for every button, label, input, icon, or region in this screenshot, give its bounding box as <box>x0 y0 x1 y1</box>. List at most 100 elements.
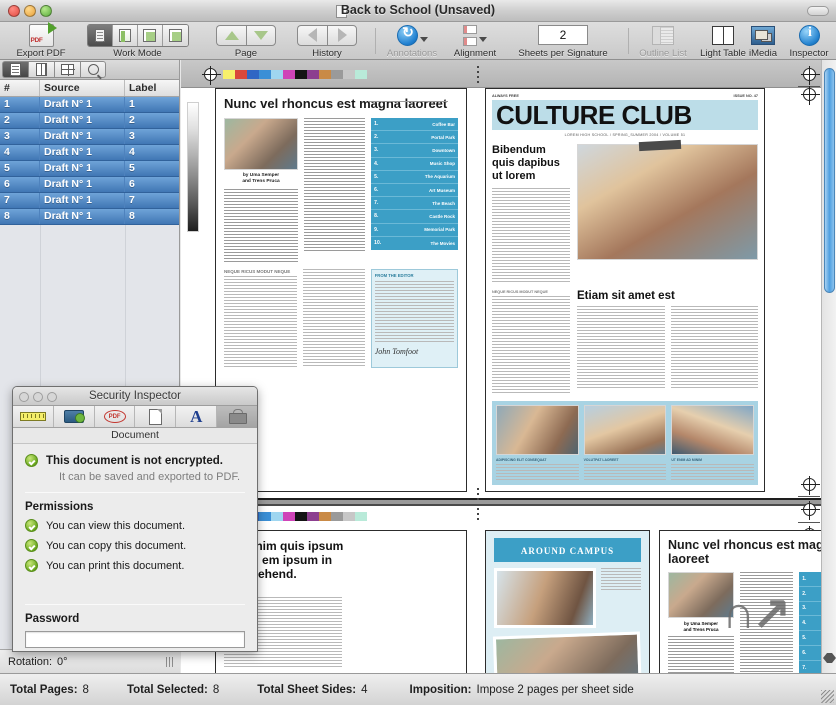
outline-list-icon <box>652 26 674 45</box>
work-mode-segments[interactable] <box>87 24 189 47</box>
toolbar-imedia[interactable]: iMedia <box>742 23 784 60</box>
toolbar-label-work-mode: Work Mode <box>113 48 161 59</box>
toolbar-outline-list[interactable]: Outline List <box>634 23 692 60</box>
rotation-value: 0° <box>57 656 68 668</box>
work-mode-seg-signature[interactable] <box>113 25 138 46</box>
cell-source: Draft N° 1 <box>40 193 125 208</box>
table-row[interactable]: 4Draft N° 14 <box>0 145 179 161</box>
history-forward-button[interactable] <box>327 25 357 46</box>
inspector-tab-text[interactable]: A <box>176 406 217 427</box>
toolbar-work-mode[interactable]: Work Mode <box>80 23 195 60</box>
status-label-imposition: Imposition: <box>410 684 472 696</box>
table-row[interactable]: 2Draft N° 12 <box>0 113 179 129</box>
history-back-button[interactable] <box>297 25 327 46</box>
inspector-info-icon <box>799 25 820 46</box>
page-4-headline: AROUND CAMPUS <box>521 546 614 556</box>
table-row[interactable]: 1Draft N° 11 <box>0 97 179 113</box>
sidebar-view-grid[interactable] <box>54 61 80 78</box>
table-row[interactable]: 8Draft N° 18 <box>0 209 179 225</box>
column-header-source[interactable]: Source <box>40 80 125 96</box>
security-inspector-panel[interactable]: Security Inspector PDF A Document This d… <box>12 386 258 652</box>
cell-source: Draft N° 1 <box>40 97 125 112</box>
sidebar-view-two-column[interactable] <box>28 61 54 78</box>
sidebar-view-list[interactable] <box>2 61 28 78</box>
cell-source: Draft N° 1 <box>40 209 125 224</box>
cell-label: 4 <box>125 145 179 160</box>
toolbar-separator-1 <box>375 28 376 54</box>
scrollbar-arrows[interactable] <box>823 645 836 671</box>
inspector-tab-measure[interactable] <box>13 406 54 427</box>
toolbar-history[interactable]: History <box>288 23 366 60</box>
permission-row-copy: You can copy this document. <box>25 539 245 552</box>
toolbar-alignment[interactable]: Alignment <box>447 23 503 60</box>
inspector-tab-pdf[interactable]: PDF <box>95 406 136 427</box>
inspector-tab-security[interactable] <box>217 406 257 427</box>
cell-source: Draft N° 1 <box>40 129 125 144</box>
inspector-tab-page[interactable] <box>135 406 176 427</box>
list-text: The Aquarium <box>425 174 455 179</box>
page-3-byline: Prasent <box>224 587 458 593</box>
column-header-label[interactable]: Label <box>125 80 179 96</box>
inspector-zoom-button[interactable] <box>47 392 57 402</box>
toolbar-label-imedia: iMedia <box>749 48 777 59</box>
list-number: 4. <box>802 620 806 626</box>
work-mode-seg-imposition[interactable] <box>163 25 188 46</box>
inspector-tab-source[interactable] <box>54 406 95 427</box>
toolbar-label-history: History <box>312 48 342 59</box>
inspector-titlebar: Security Inspector <box>13 387 257 406</box>
work-mode-seg-sheet[interactable] <box>138 25 163 46</box>
sidebar-view-search[interactable] <box>80 61 106 78</box>
chevron-down-icon[interactable] <box>420 37 428 42</box>
page-down-button[interactable] <box>246 25 276 46</box>
resize-handle-sidebar[interactable] <box>166 657 174 667</box>
toolbar-label-annotations: Annotations <box>387 48 437 59</box>
green-arrow-icon <box>48 22 57 34</box>
work-mode-seg-pages[interactable] <box>88 25 113 46</box>
status-value-total-selected: 8 <box>213 684 219 696</box>
toolbar-sheets-per-signature[interactable]: 2 Sheets per Signature <box>507 23 619 60</box>
preview-page-4[interactable]: AROUND CAMPUS <box>485 530 650 673</box>
page-2-caption: VOLUTPAT LAOREET <box>584 458 667 462</box>
toolbar-export-pdf[interactable]: Export PDF <box>8 23 74 60</box>
inspector-minimize-button[interactable] <box>33 392 43 402</box>
status-total-pages: Total Pages: 8 <box>10 684 89 696</box>
toolbar-inspector[interactable]: Inspector <box>784 23 834 60</box>
permission-row-print: You can print this document. <box>25 559 245 572</box>
password-input[interactable] <box>25 631 245 648</box>
sheets-per-signature-input[interactable]: 2 <box>538 25 588 45</box>
table-row[interactable]: 3Draft N° 13 <box>0 129 179 145</box>
imposition-icon <box>169 29 182 42</box>
scroll-up-button[interactable] <box>823 645 836 658</box>
table-row[interactable]: 6Draft N° 16 <box>0 177 179 193</box>
tag-icon <box>64 410 84 423</box>
inspector-close-button[interactable] <box>19 392 29 402</box>
page-2-subhead: LOREM HIGH SCHOOL / SPRING_SUMMER 2004 /… <box>492 133 758 137</box>
scroll-down-button[interactable] <box>823 658 836 671</box>
page-5-headline: Nunc vel rhoncus est magna laoreet <box>668 538 836 566</box>
registration-mark <box>803 68 816 81</box>
sheet-separator-band <box>181 498 836 506</box>
page-1-editor-note: FROM THE EDITOR <box>375 273 454 278</box>
rotation-label: Rotation: <box>8 656 52 668</box>
imposition-canvas[interactable]: Nunc vel rhoncus est magna laoreet by Um… <box>181 60 836 673</box>
table-row[interactable]: 7Draft N° 17 <box>0 193 179 209</box>
cell-source: Draft N° 1 <box>40 113 125 128</box>
chevron-down-icon-alignment[interactable] <box>479 37 487 42</box>
table-row[interactable]: 5Draft N° 15 <box>0 161 179 177</box>
page-up-button[interactable] <box>216 25 246 46</box>
preview-page-2[interactable]: ALWAYS FREE ISSUE NO. 47 CULTURE CLUB LO… <box>485 88 765 492</box>
check-ok-icon <box>25 539 38 552</box>
list-number: 3. <box>802 605 806 611</box>
toolbar-annotations[interactable]: Annotations <box>381 23 443 60</box>
column-header-number[interactable]: # <box>0 80 40 96</box>
status-value-imposition: Impose 2 pages per sheet side <box>477 684 634 696</box>
status-label-total-pages: Total Pages: <box>10 684 78 696</box>
cell-number: 8 <box>0 209 40 224</box>
page-2-caption: ADIPISCING ELIT CONSEQUAT <box>496 458 579 462</box>
window-resize-grip[interactable] <box>821 690 834 703</box>
canvas-vertical-scrollbar[interactable] <box>821 60 836 673</box>
list-text: Memorial Park <box>424 227 455 232</box>
scrollbar-thumb[interactable] <box>824 68 835 293</box>
toolbar-page[interactable]: Page <box>210 23 282 60</box>
toolbar-toggle-button[interactable] <box>807 6 829 16</box>
